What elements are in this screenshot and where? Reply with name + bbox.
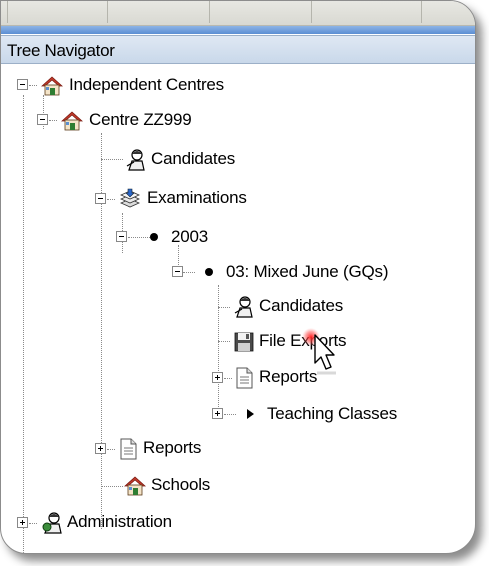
collapse-toggle[interactable] <box>37 114 48 125</box>
document-icon <box>233 367 255 389</box>
tree-item-examinations[interactable]: Examinations <box>147 187 247 209</box>
tree-item-centre[interactable]: Centre ZZ999 <box>89 109 192 131</box>
tree-view[interactable]: Independent Centres Centre ZZ999 Candida… <box>1 63 475 553</box>
collapse-toggle[interactable] <box>172 266 183 277</box>
tree-item-teaching-classes[interactable]: Teaching Classes <box>267 403 397 425</box>
bullet-icon <box>143 226 165 248</box>
tree-item-series[interactable]: 03: Mixed June (GQs) <box>226 261 388 283</box>
toolbar-separator <box>421 1 422 23</box>
title-accent-bar <box>1 26 475 34</box>
examinations-stack-icon <box>119 188 141 210</box>
house-icon <box>61 110 83 132</box>
document-icon <box>117 438 139 460</box>
panel-header: Tree Navigator <box>1 35 475 64</box>
toolbar-separator <box>311 1 312 23</box>
tree-item-independent-centres[interactable]: Independent Centres <box>69 74 224 96</box>
toolbar-separator <box>107 1 108 23</box>
triangle-arrow-icon <box>239 403 261 425</box>
candidate-person-icon <box>233 296 255 318</box>
admin-person-icon <box>41 512 63 534</box>
collapse-toggle[interactable] <box>17 79 28 90</box>
house-icon <box>124 475 146 497</box>
bullet-icon <box>198 261 220 283</box>
tree-item-administration[interactable]: Administration <box>67 511 172 533</box>
toolbar-separator <box>209 1 210 23</box>
expand-toggle[interactable] <box>212 372 223 383</box>
toolbar-strip <box>1 1 475 26</box>
candidate-person-icon <box>125 149 147 171</box>
collapse-toggle[interactable] <box>95 193 106 204</box>
tree-item-reports[interactable]: Reports <box>143 437 201 459</box>
collapse-toggle[interactable] <box>116 231 127 242</box>
mouse-cursor-icon <box>302 327 342 375</box>
floppy-disk-icon <box>233 331 255 353</box>
expand-toggle[interactable] <box>95 443 106 454</box>
tree-item-schools[interactable]: Schools <box>151 474 210 496</box>
tree-item-series-candidates[interactable]: Candidates <box>259 295 343 317</box>
expand-toggle[interactable] <box>212 408 223 419</box>
tree-item-candidates[interactable]: Candidates <box>151 148 235 170</box>
expand-toggle[interactable] <box>17 517 28 528</box>
tree-item-year-2003[interactable]: 2003 <box>171 226 208 248</box>
tree-navigator-window: Tree Navigator Independent Centres Centr… <box>0 0 476 554</box>
panel-title: Tree Navigator <box>7 41 115 60</box>
house-icon <box>41 75 63 97</box>
toolbar-separator <box>7 1 8 23</box>
